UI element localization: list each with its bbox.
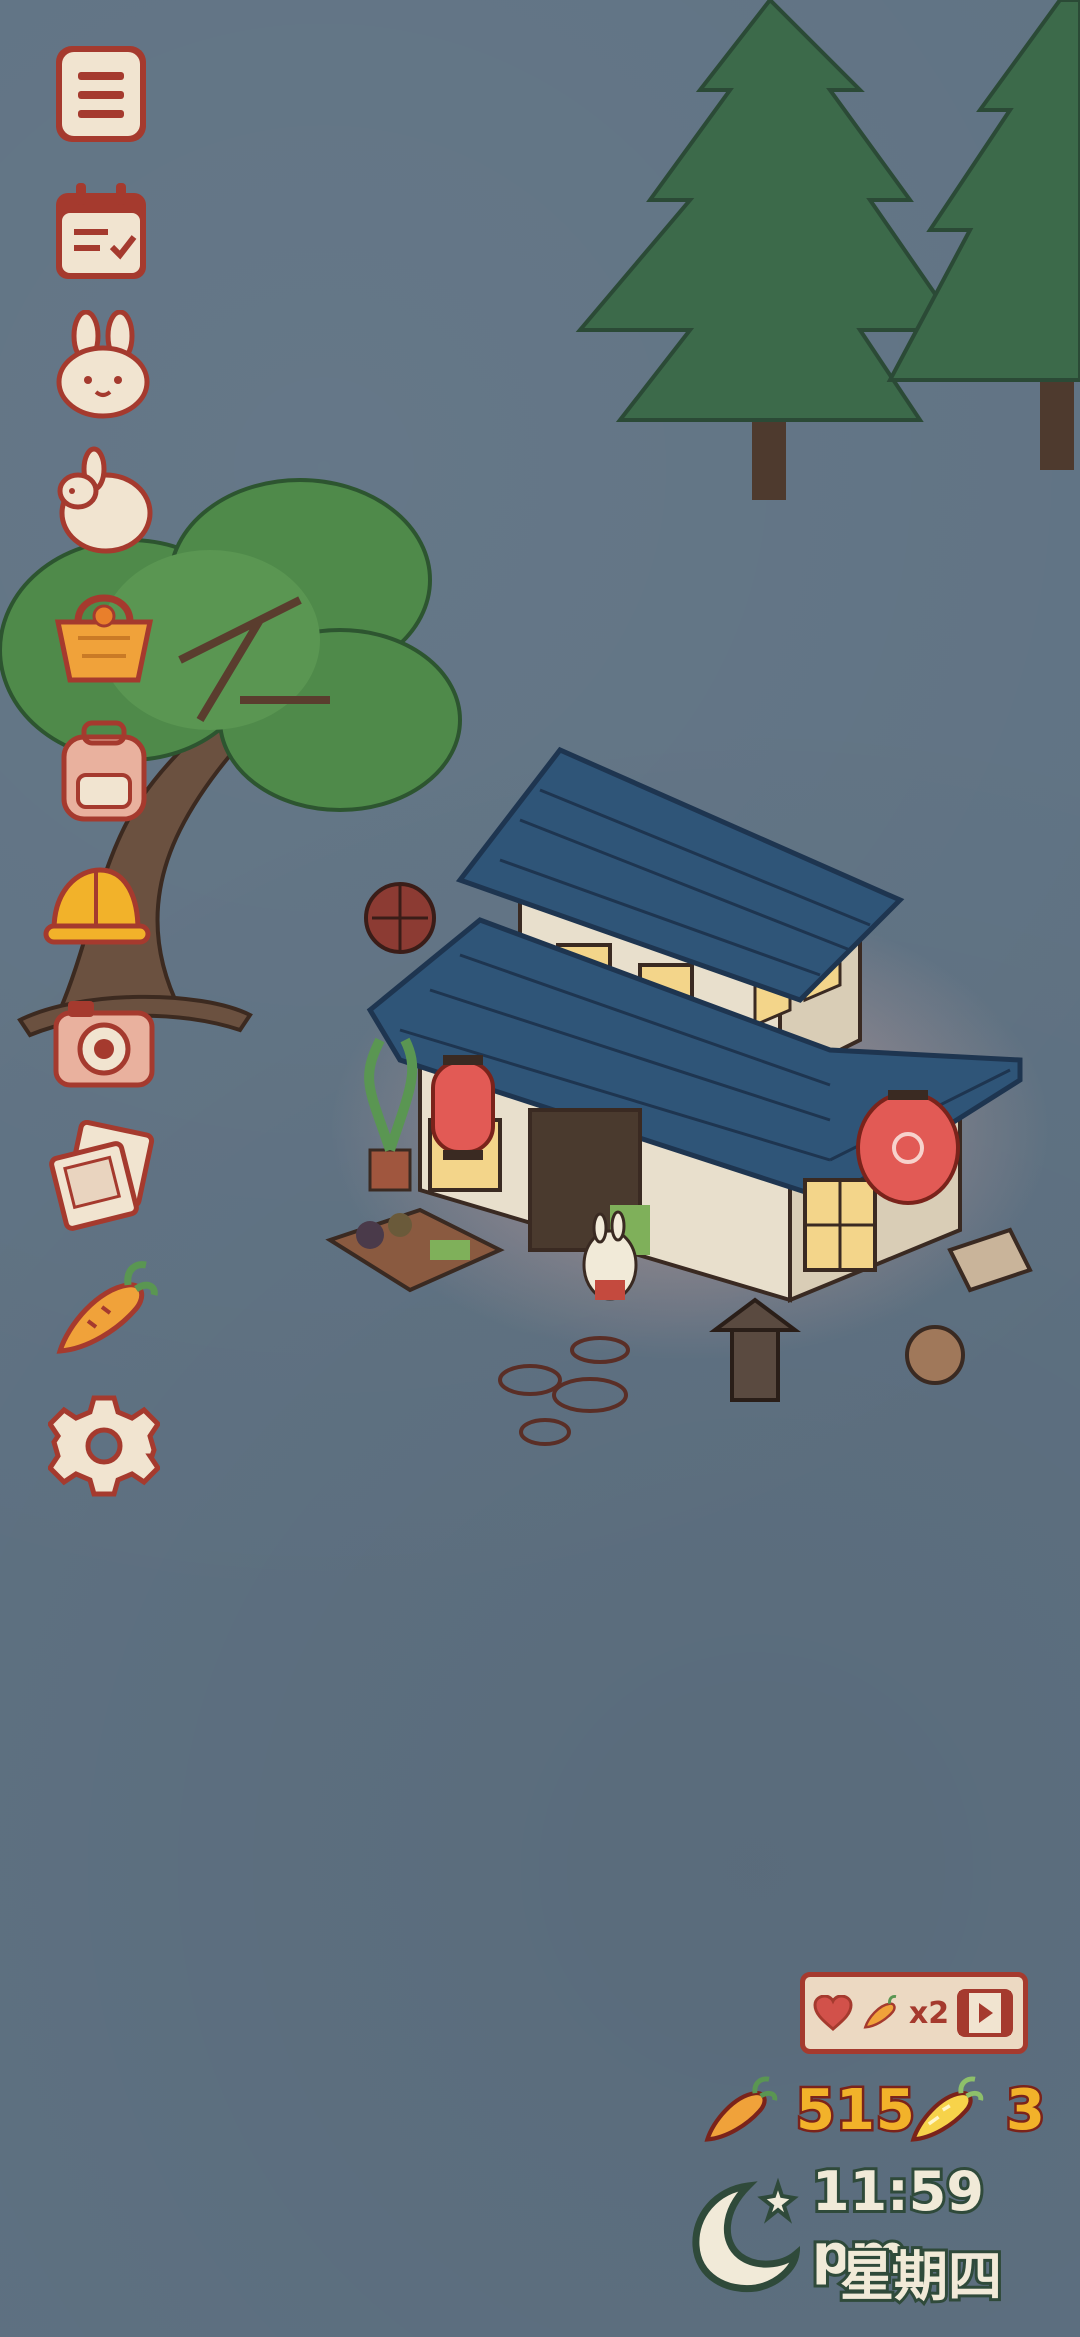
pine-tree-right [886,0,1080,470]
carrot-counter: 515 [700,2075,918,2145]
photo-album-icon [49,1119,155,1231]
photo-album-button[interactable] [48,1119,160,1232]
settings-gear-icon [46,1395,162,1497]
shopping-basket-icon [54,594,154,683]
game-screen[interactable]: x2 515 3 11:59 pm 星期四 [0,0,1080,2337]
menu-list-button[interactable] [48,40,160,152]
calendar-checklist-icon [56,183,146,279]
carrot-small-icon [863,1995,897,2029]
build-hard-hat-button[interactable] [40,850,152,962]
bunny-face-icon [56,309,150,419]
video-play-icon [957,1989,1014,2037]
heart-icon [813,1995,853,2031]
hard-hat-icon [43,867,151,945]
backpack-button[interactable] [48,715,160,827]
carrot-currency-icon [704,2076,778,2142]
golden-carrot-count: 3 [1004,2075,1048,2145]
golden-carrot-icon [910,2076,984,2142]
game-clock-weekday: 星期四 [837,2242,1005,2311]
bunnies-button[interactable] [48,309,160,422]
carrot-store-button[interactable] [48,1255,160,1367]
shop-basket-button[interactable] [48,580,160,692]
camera-icon [53,1001,155,1088]
menu-list-icon [56,46,146,142]
carrot-count: 515 [794,2075,918,2145]
pine-tree-left [575,0,964,500]
rabbit-collection-button[interactable] [48,445,160,557]
ad-multiplier-label: x2 [908,1995,950,2031]
red-lantern-left [431,1055,495,1160]
backpack-icon [61,720,147,822]
settings-button[interactable] [46,1390,162,1502]
red-lantern-right [856,1090,960,1205]
camera-button[interactable] [48,985,160,1097]
tasks-calendar-button[interactable] [48,175,160,287]
carrot-icon [56,1261,158,1354]
bunny-sitting-icon [57,446,153,554]
watch-ad-bonus-button[interactable]: x2 [800,1972,1028,2054]
night-moon-icon [692,2177,800,2293]
ball-lantern [364,882,436,954]
golden-carrot-counter: 3 [906,2075,1048,2145]
